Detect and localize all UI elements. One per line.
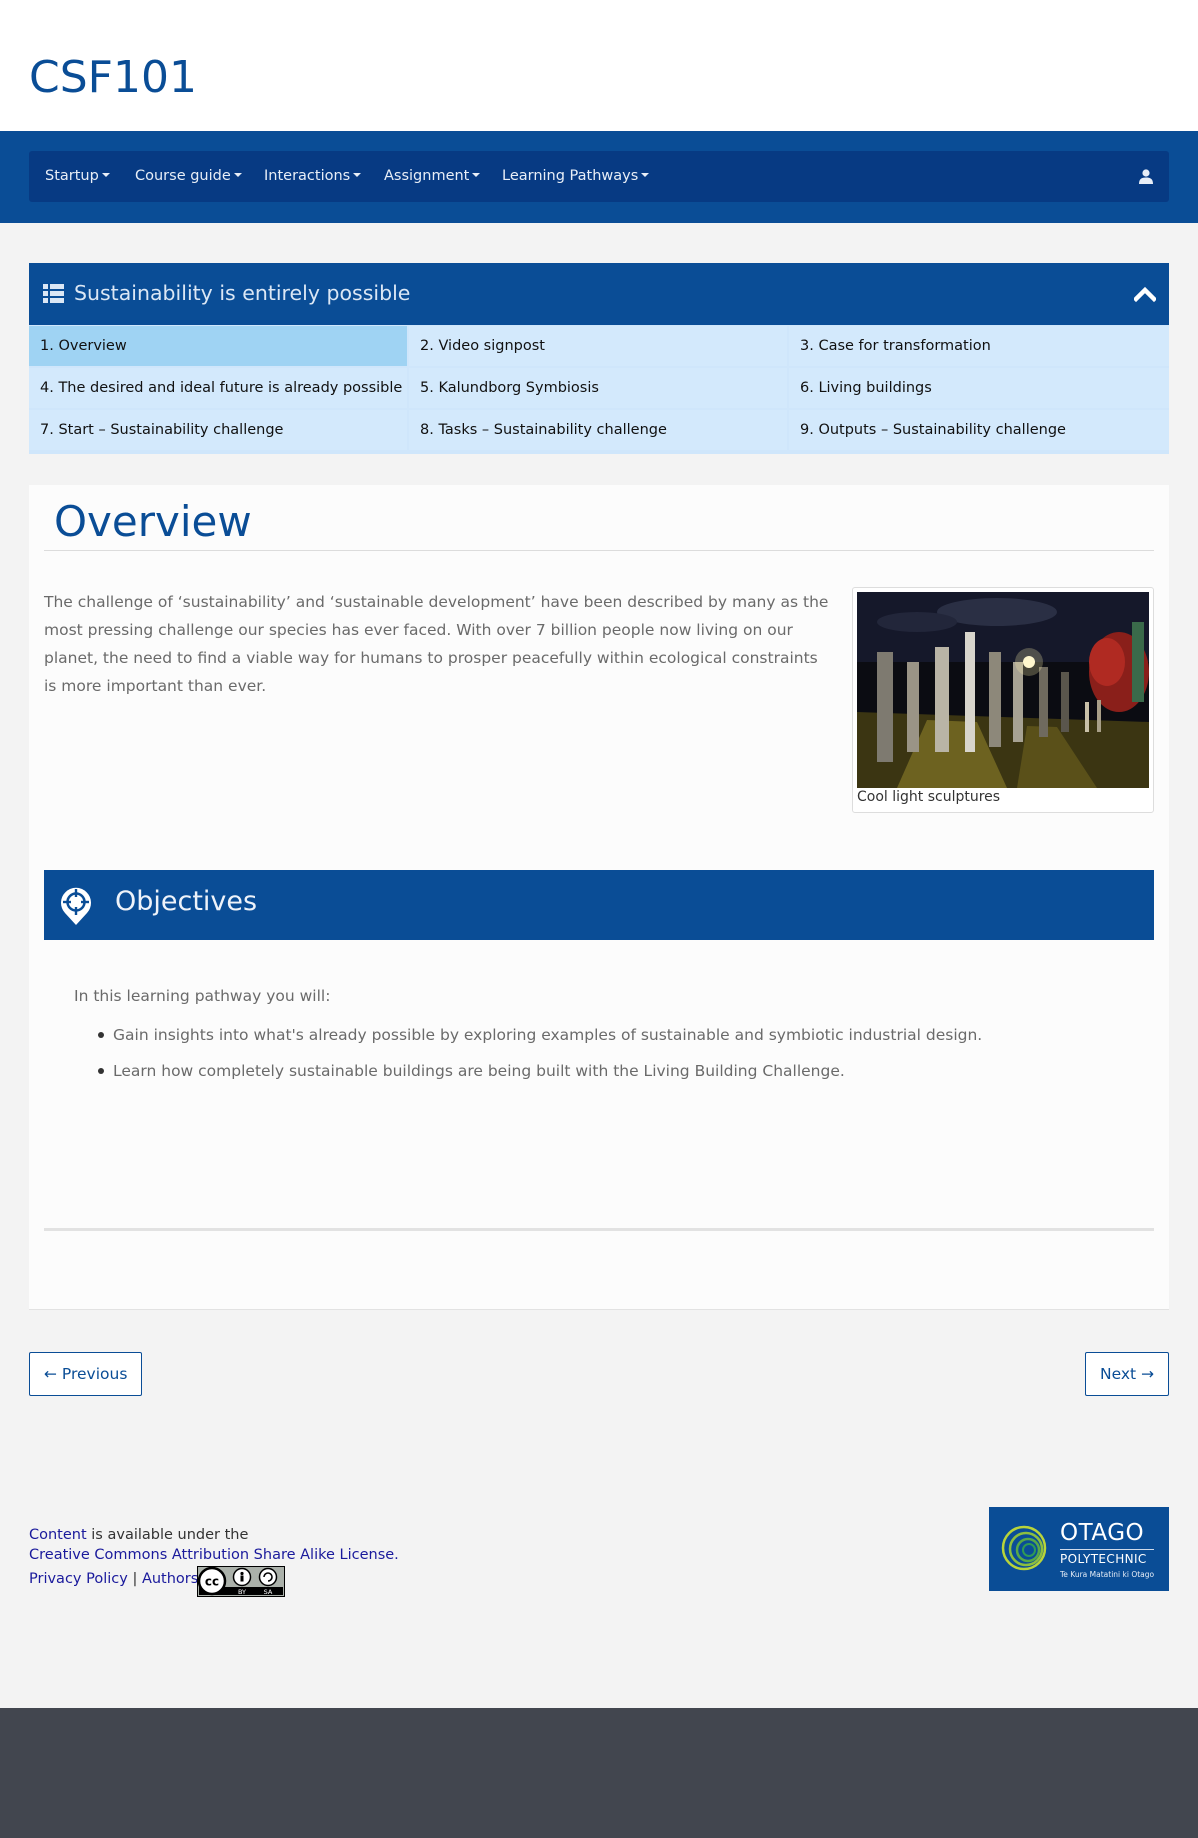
license-link-line: Creative Commons Attribution Share Alike… <box>29 1547 399 1563</box>
list-item: Gain insights into what's already possib… <box>97 1026 983 1044</box>
site-title[interactable]: CSF101 <box>29 52 197 103</box>
pathway-item-living-buildings[interactable]: 6. Living buildings <box>789 368 1169 408</box>
user-icon[interactable] <box>1139 169 1153 184</box>
pathway-item-case-for-transformation[interactable]: 3. Case for transformation <box>789 326 1169 366</box>
previous-button[interactable]: ← Previous <box>29 1352 143 1396</box>
license-line: Content is available under the <box>29 1527 248 1543</box>
license-text: is available under the <box>86 1527 249 1543</box>
pathway-panel: Sustainability is entirely possible 1. O… <box>29 263 1169 454</box>
logo-name: OTAGO <box>1060 1520 1145 1546</box>
footer-separator: | <box>132 1571 138 1587</box>
main-navbar: Startup Course guide Interactions Assign… <box>29 151 1169 202</box>
list-item: Learn how completely sustainable buildin… <box>97 1061 982 1081</box>
list-icon <box>43 284 64 303</box>
pathway-item-video-signpost[interactable]: 2. Video signpost <box>409 326 787 366</box>
svg-text:SA: SA <box>264 1588 273 1596</box>
target-icon <box>61 887 91 925</box>
pathway-item-kalundborg[interactable]: 5. Kalundborg Symbiosis <box>409 368 787 408</box>
pathway-item-start-challenge[interactable]: 7. Start – Sustainability challenge <box>29 410 407 450</box>
title-divider <box>44 550 1154 551</box>
footer-links: Privacy Policy | Authors <box>29 1571 198 1587</box>
swirl-logo-icon <box>1001 1525 1047 1571</box>
pathway-panel-header[interactable]: Sustainability is entirely possible <box>29 263 1169 325</box>
objectives-title: Objectives <box>115 886 258 917</box>
figure: Cool light sculptures <box>852 587 1154 813</box>
chevron-up-icon[interactable] <box>1134 285 1156 303</box>
pathway-item-overview[interactable]: 1. Overview <box>29 326 407 366</box>
nav-course-guide[interactable]: Course guide <box>135 151 242 202</box>
light-sculptures-photo <box>857 592 1149 788</box>
nav-interactions[interactable]: Interactions <box>264 151 362 202</box>
logo-divider <box>1060 1549 1154 1550</box>
next-button[interactable]: Next → <box>1084 1352 1169 1396</box>
page-footer-band <box>0 1708 1198 1838</box>
objectives-list: Gain insights into what's already possib… <box>97 1025 983 1097</box>
objectives-intro: In this learning pathway you will: <box>74 987 331 1005</box>
objectives-banner: Objectives <box>44 870 1154 940</box>
caret-down-icon <box>101 173 110 177</box>
content-divider <box>44 1228 1154 1231</box>
logo-tagline: Te Kura Matatini ki Otago <box>1060 1570 1155 1579</box>
caret-down-icon <box>353 173 362 177</box>
svg-text:BY: BY <box>238 1588 246 1596</box>
content-link[interactable]: Content <box>29 1527 87 1543</box>
page-title: Overview <box>54 497 252 546</box>
nav-startup[interactable]: Startup <box>45 151 110 202</box>
svg-text:cc: cc <box>205 1575 219 1589</box>
pathway-title: Sustainability is entirely possible <box>74 281 411 305</box>
pathway-item-desired-future[interactable]: 4. The desired and ideal future is alrea… <box>29 368 407 408</box>
otago-polytechnic-logo[interactable]: OTAGO POLYTECHNIC Te Kura Matatini ki Ot… <box>989 1507 1169 1591</box>
authors-link[interactable]: Authors <box>142 1571 198 1587</box>
logo-sub: POLYTECHNIC <box>1060 1552 1147 1566</box>
caret-down-icon <box>472 173 481 177</box>
figure-caption: Cool light sculptures <box>857 789 1001 805</box>
caret-down-icon <box>641 173 650 177</box>
nav-learning-pathways[interactable]: Learning Pathways <box>502 151 650 202</box>
intro-paragraph: The challenge of ‘sustainability’ and ‘s… <box>44 593 829 695</box>
cc-by-sa-badge-icon[interactable]: cc BY SA <box>197 1566 285 1597</box>
pathway-item-tasks-challenge[interactable]: 8. Tasks – Sustainability challenge <box>409 410 787 450</box>
license-link[interactable]: Creative Commons Attribution Share Alike… <box>29 1547 399 1563</box>
privacy-policy-link[interactable]: Privacy Policy <box>29 1571 128 1587</box>
header: CSF101 <box>0 0 1198 131</box>
pathway-item-outputs-challenge[interactable]: 9. Outputs – Sustainability challenge <box>789 410 1169 450</box>
main-content: Overview The challenge of ‘sustainabilit… <box>29 485 1169 1310</box>
nav-assignment[interactable]: Assignment <box>384 151 481 202</box>
caret-down-icon <box>233 173 242 177</box>
